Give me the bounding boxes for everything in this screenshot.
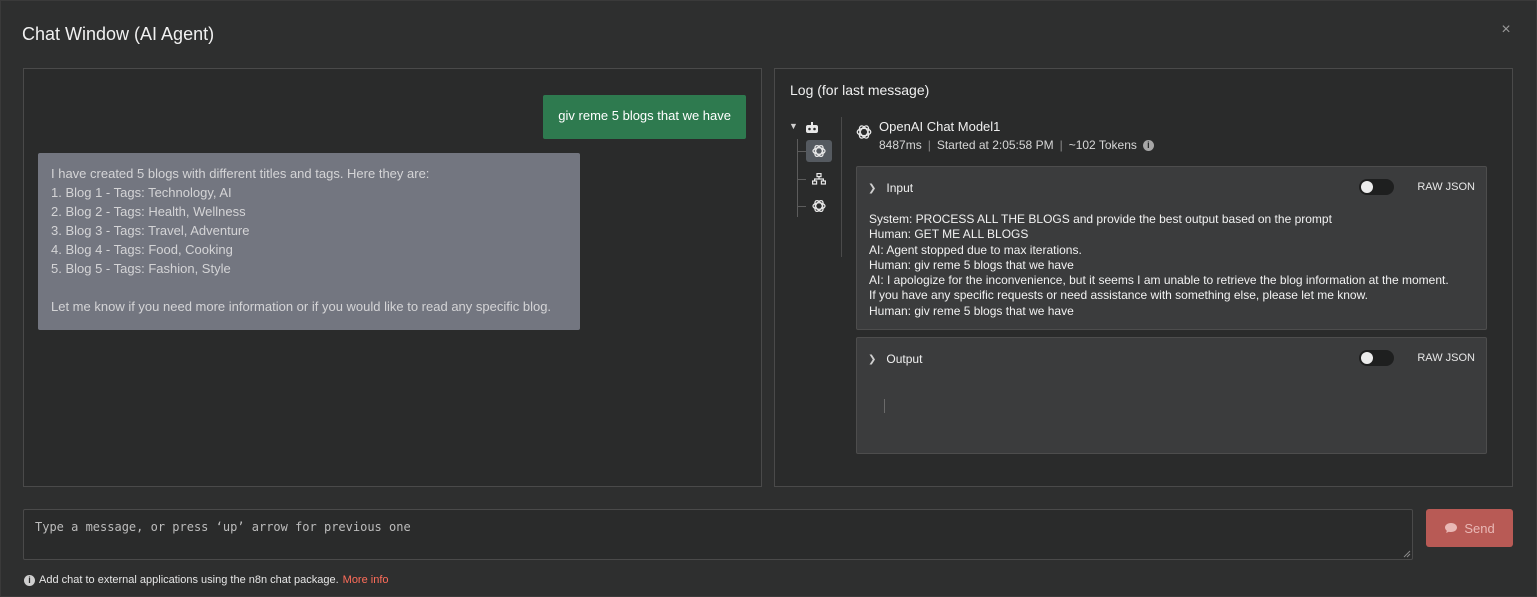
bot-message-line: I have created 5 blogs with different ti… <box>51 166 430 181</box>
bot-message-line <box>51 278 567 297</box>
input-content: System: PROCESS ALL THE BLOGS and provid… <box>869 212 1449 319</box>
message-composer <box>23 509 1413 560</box>
resize-grip-icon[interactable] <box>1403 550 1411 558</box>
user-message-bubble: giv reme 5 blogs that we have <box>543 95 746 139</box>
openai-icon[interactable] <box>806 140 832 162</box>
tree-connector <box>797 151 806 152</box>
raw-json-toggle[interactable] <box>1359 350 1394 366</box>
duration: 8487ms <box>879 138 922 152</box>
message-input[interactable] <box>24 510 1412 559</box>
tree-connector <box>797 179 806 180</box>
toggle-knob <box>1361 181 1373 193</box>
output-section: ❯ Output RAW JSON <box>856 337 1487 454</box>
start-time: Started at 2:05:58 PM <box>936 138 1054 152</box>
input-line: If you have any specific requests or nee… <box>869 288 1368 303</box>
raw-json-label: RAW JSON <box>1417 352 1475 364</box>
tree-connector <box>797 206 806 207</box>
output-section-header[interactable]: ❯ Output <box>868 352 922 366</box>
chat-panel: giv reme 5 blogs that we have I have cre… <box>23 68 762 487</box>
input-line: AI: I apologize for the inconvenience, b… <box>869 273 1449 288</box>
chevron-down-icon[interactable]: ▼ <box>789 121 798 131</box>
chat-bubble-icon <box>1445 523 1458 533</box>
window-title: Chat Window (AI Agent) <box>22 24 215 44</box>
openai-icon[interactable] <box>806 195 832 217</box>
send-label: Send <box>1464 520 1495 536</box>
bot-message-bubble: I have created 5 blogs with different ti… <box>38 153 580 330</box>
more-info-link[interactable]: More info <box>343 574 389 586</box>
openai-icon <box>855 123 873 146</box>
input-line: System: PROCESS ALL THE BLOGS and provid… <box>869 212 1332 226</box>
footer-text: Add chat to external applications using … <box>39 574 339 586</box>
sitemap-icon[interactable] <box>806 168 832 190</box>
footer: i Add chat to external applications usin… <box>24 574 389 586</box>
token-count: ~102 Tokens <box>1068 138 1137 152</box>
info-icon: i <box>24 574 35 586</box>
log-title: Log (for last message) <box>790 82 930 98</box>
chevron-down-icon[interactable]: ❯ <box>868 183 876 194</box>
bot-message-line: 3. Blog 3 - Tags: Travel, Adventure <box>51 223 250 238</box>
run-tree: ▼ <box>789 117 839 233</box>
bot-message-line: Let me know if you need more information… <box>51 299 552 314</box>
input-line: Human: giv reme 5 blogs that we have <box>869 303 1074 318</box>
separator: | <box>1059 138 1063 152</box>
bot-message-line: 1. Blog 1 - Tags: Technology, AI <box>51 185 232 200</box>
separator: | <box>927 138 931 152</box>
close-icon[interactable]: × <box>1498 22 1514 38</box>
input-line: AI: Agent stopped due to max iterations. <box>869 242 1082 257</box>
chat-window-modal: Chat Window (AI Agent) × giv reme 5 blog… <box>0 0 1537 597</box>
model-name: OpenAI Chat Model1 <box>879 119 1001 134</box>
output-label: Output <box>886 352 923 366</box>
input-section-header[interactable]: ❯ Input <box>868 181 913 195</box>
tree-divider <box>841 117 842 257</box>
input-line: Human: GET ME ALL BLOGS <box>869 227 1029 242</box>
raw-json-label: RAW JSON <box>1417 181 1475 193</box>
robot-icon[interactable] <box>799 117 825 139</box>
log-panel: Log (for last message) ▼ OpenAI Chat Mod… <box>774 68 1513 487</box>
text-cursor <box>884 399 885 413</box>
info-icon[interactable]: i <box>1142 139 1154 151</box>
bot-message-line: 2. Blog 2 - Tags: Health, Wellness <box>51 204 246 219</box>
chevron-down-icon[interactable]: ❯ <box>868 354 876 365</box>
toggle-knob <box>1361 352 1373 364</box>
model-meta: 8487ms | Started at 2:05:58 PM | ~102 To… <box>879 138 1154 152</box>
input-label: Input <box>886 181 914 195</box>
bot-message-line: 4. Blog 4 - Tags: Food, Cooking <box>51 242 233 257</box>
send-button[interactable]: Send <box>1426 509 1513 547</box>
input-line: Human: giv reme 5 blogs that we have <box>869 257 1074 272</box>
input-section: ❯ Input RAW JSON System: PROCESS ALL THE… <box>856 166 1487 330</box>
raw-json-toggle[interactable] <box>1359 179 1394 195</box>
bot-message-line: 5. Blog 5 - Tags: Fashion, Style <box>51 261 231 276</box>
